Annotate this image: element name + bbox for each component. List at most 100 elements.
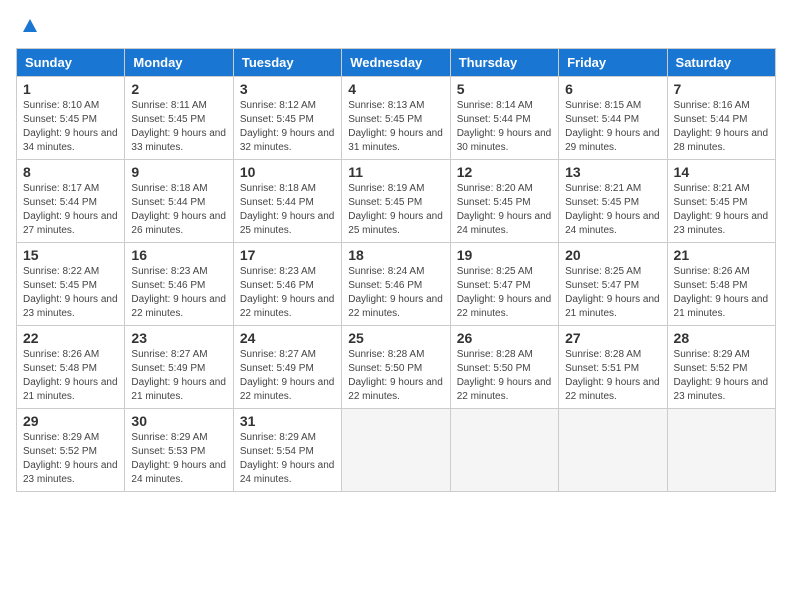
- column-header-tuesday: Tuesday: [233, 49, 341, 77]
- logo-triangle-icon: [19, 14, 41, 36]
- day-number: 2: [131, 81, 226, 97]
- sunrise-text: Sunrise: 8:13 AM: [348, 99, 443, 113]
- cell-info: Sunrise: 8:29 AM Sunset: 5:52 PM Dayligh…: [674, 348, 769, 404]
- cell-info: Sunrise: 8:23 AM Sunset: 5:46 PM Dayligh…: [131, 265, 226, 321]
- column-header-friday: Friday: [559, 49, 667, 77]
- sunset-text: Sunset: 5:45 PM: [131, 113, 226, 127]
- column-header-thursday: Thursday: [450, 49, 558, 77]
- daylight-text: Daylight: 9 hours and 33 minutes.: [131, 127, 226, 155]
- cell-info: Sunrise: 8:18 AM Sunset: 5:44 PM Dayligh…: [131, 182, 226, 238]
- calendar-cell: [342, 409, 450, 492]
- calendar-cell: 29 Sunrise: 8:29 AM Sunset: 5:52 PM Dayl…: [17, 409, 125, 492]
- cell-info: Sunrise: 8:23 AM Sunset: 5:46 PM Dayligh…: [240, 265, 335, 321]
- day-number: 27: [565, 330, 660, 346]
- daylight-text: Daylight: 9 hours and 24 minutes.: [240, 459, 335, 487]
- cell-info: Sunrise: 8:26 AM Sunset: 5:48 PM Dayligh…: [674, 265, 769, 321]
- sunrise-text: Sunrise: 8:25 AM: [565, 265, 660, 279]
- sunset-text: Sunset: 5:44 PM: [674, 113, 769, 127]
- sunrise-text: Sunrise: 8:26 AM: [674, 265, 769, 279]
- sunset-text: Sunset: 5:45 PM: [23, 113, 118, 127]
- sunset-text: Sunset: 5:45 PM: [348, 196, 443, 210]
- sunrise-text: Sunrise: 8:27 AM: [131, 348, 226, 362]
- day-number: 13: [565, 164, 660, 180]
- calendar-cell: 21 Sunrise: 8:26 AM Sunset: 5:48 PM Dayl…: [667, 243, 775, 326]
- calendar-table: SundayMondayTuesdayWednesdayThursdayFrid…: [16, 48, 776, 492]
- column-header-monday: Monday: [125, 49, 233, 77]
- calendar-cell: 24 Sunrise: 8:27 AM Sunset: 5:49 PM Dayl…: [233, 326, 341, 409]
- daylight-text: Daylight: 9 hours and 24 minutes.: [457, 210, 552, 238]
- sunset-text: Sunset: 5:47 PM: [565, 279, 660, 293]
- calendar-cell: 20 Sunrise: 8:25 AM Sunset: 5:47 PM Dayl…: [559, 243, 667, 326]
- daylight-text: Daylight: 9 hours and 23 minutes.: [23, 293, 118, 321]
- sunrise-text: Sunrise: 8:29 AM: [131, 431, 226, 445]
- calendar-cell: 9 Sunrise: 8:18 AM Sunset: 5:44 PM Dayli…: [125, 160, 233, 243]
- daylight-text: Daylight: 9 hours and 31 minutes.: [348, 127, 443, 155]
- daylight-text: Daylight: 9 hours and 27 minutes.: [23, 210, 118, 238]
- cell-info: Sunrise: 8:28 AM Sunset: 5:51 PM Dayligh…: [565, 348, 660, 404]
- daylight-text: Daylight: 9 hours and 34 minutes.: [23, 127, 118, 155]
- calendar-cell: 25 Sunrise: 8:28 AM Sunset: 5:50 PM Dayl…: [342, 326, 450, 409]
- calendar-cell: 10 Sunrise: 8:18 AM Sunset: 5:44 PM Dayl…: [233, 160, 341, 243]
- day-number: 30: [131, 413, 226, 429]
- calendar-cell: 12 Sunrise: 8:20 AM Sunset: 5:45 PM Dayl…: [450, 160, 558, 243]
- calendar-cell: 13 Sunrise: 8:21 AM Sunset: 5:45 PM Dayl…: [559, 160, 667, 243]
- calendar-cell: 11 Sunrise: 8:19 AM Sunset: 5:45 PM Dayl…: [342, 160, 450, 243]
- day-number: 31: [240, 413, 335, 429]
- cell-info: Sunrise: 8:29 AM Sunset: 5:52 PM Dayligh…: [23, 431, 118, 487]
- sunrise-text: Sunrise: 8:18 AM: [131, 182, 226, 196]
- cell-info: Sunrise: 8:12 AM Sunset: 5:45 PM Dayligh…: [240, 99, 335, 155]
- daylight-text: Daylight: 9 hours and 21 minutes.: [131, 376, 226, 404]
- cell-info: Sunrise: 8:15 AM Sunset: 5:44 PM Dayligh…: [565, 99, 660, 155]
- cell-info: Sunrise: 8:28 AM Sunset: 5:50 PM Dayligh…: [457, 348, 552, 404]
- sunrise-text: Sunrise: 8:19 AM: [348, 182, 443, 196]
- page-header: [16, 16, 776, 36]
- calendar-cell: 22 Sunrise: 8:26 AM Sunset: 5:48 PM Dayl…: [17, 326, 125, 409]
- sunset-text: Sunset: 5:44 PM: [565, 113, 660, 127]
- sunset-text: Sunset: 5:51 PM: [565, 362, 660, 376]
- sunset-text: Sunset: 5:45 PM: [240, 113, 335, 127]
- sunset-text: Sunset: 5:47 PM: [457, 279, 552, 293]
- sunset-text: Sunset: 5:45 PM: [457, 196, 552, 210]
- day-number: 22: [23, 330, 118, 346]
- calendar-cell: 4 Sunrise: 8:13 AM Sunset: 5:45 PM Dayli…: [342, 77, 450, 160]
- sunrise-text: Sunrise: 8:18 AM: [240, 182, 335, 196]
- day-number: 17: [240, 247, 335, 263]
- daylight-text: Daylight: 9 hours and 26 minutes.: [131, 210, 226, 238]
- sunrise-text: Sunrise: 8:29 AM: [240, 431, 335, 445]
- logo: [16, 16, 41, 36]
- day-number: 6: [565, 81, 660, 97]
- daylight-text: Daylight: 9 hours and 28 minutes.: [674, 127, 769, 155]
- calendar-cell: 23 Sunrise: 8:27 AM Sunset: 5:49 PM Dayl…: [125, 326, 233, 409]
- sunset-text: Sunset: 5:45 PM: [348, 113, 443, 127]
- sunrise-text: Sunrise: 8:24 AM: [348, 265, 443, 279]
- day-number: 18: [348, 247, 443, 263]
- sunrise-text: Sunrise: 8:22 AM: [23, 265, 118, 279]
- calendar-header-row: SundayMondayTuesdayWednesdayThursdayFrid…: [17, 49, 776, 77]
- calendar-cell: 8 Sunrise: 8:17 AM Sunset: 5:44 PM Dayli…: [17, 160, 125, 243]
- cell-info: Sunrise: 8:19 AM Sunset: 5:45 PM Dayligh…: [348, 182, 443, 238]
- day-number: 9: [131, 164, 226, 180]
- cell-info: Sunrise: 8:25 AM Sunset: 5:47 PM Dayligh…: [565, 265, 660, 321]
- daylight-text: Daylight: 9 hours and 24 minutes.: [565, 210, 660, 238]
- sunrise-text: Sunrise: 8:28 AM: [457, 348, 552, 362]
- sunrise-text: Sunrise: 8:29 AM: [674, 348, 769, 362]
- cell-info: Sunrise: 8:16 AM Sunset: 5:44 PM Dayligh…: [674, 99, 769, 155]
- day-number: 8: [23, 164, 118, 180]
- sunrise-text: Sunrise: 8:17 AM: [23, 182, 118, 196]
- day-number: 5: [457, 81, 552, 97]
- day-number: 28: [674, 330, 769, 346]
- daylight-text: Daylight: 9 hours and 21 minutes.: [23, 376, 118, 404]
- sunrise-text: Sunrise: 8:12 AM: [240, 99, 335, 113]
- day-number: 19: [457, 247, 552, 263]
- sunset-text: Sunset: 5:44 PM: [457, 113, 552, 127]
- daylight-text: Daylight: 9 hours and 21 minutes.: [674, 293, 769, 321]
- calendar-cell: 31 Sunrise: 8:29 AM Sunset: 5:54 PM Dayl…: [233, 409, 341, 492]
- sunset-text: Sunset: 5:46 PM: [131, 279, 226, 293]
- cell-info: Sunrise: 8:25 AM Sunset: 5:47 PM Dayligh…: [457, 265, 552, 321]
- cell-info: Sunrise: 8:24 AM Sunset: 5:46 PM Dayligh…: [348, 265, 443, 321]
- sunrise-text: Sunrise: 8:23 AM: [131, 265, 226, 279]
- calendar-cell: 5 Sunrise: 8:14 AM Sunset: 5:44 PM Dayli…: [450, 77, 558, 160]
- cell-info: Sunrise: 8:22 AM Sunset: 5:45 PM Dayligh…: [23, 265, 118, 321]
- sunset-text: Sunset: 5:52 PM: [674, 362, 769, 376]
- sunrise-text: Sunrise: 8:21 AM: [674, 182, 769, 196]
